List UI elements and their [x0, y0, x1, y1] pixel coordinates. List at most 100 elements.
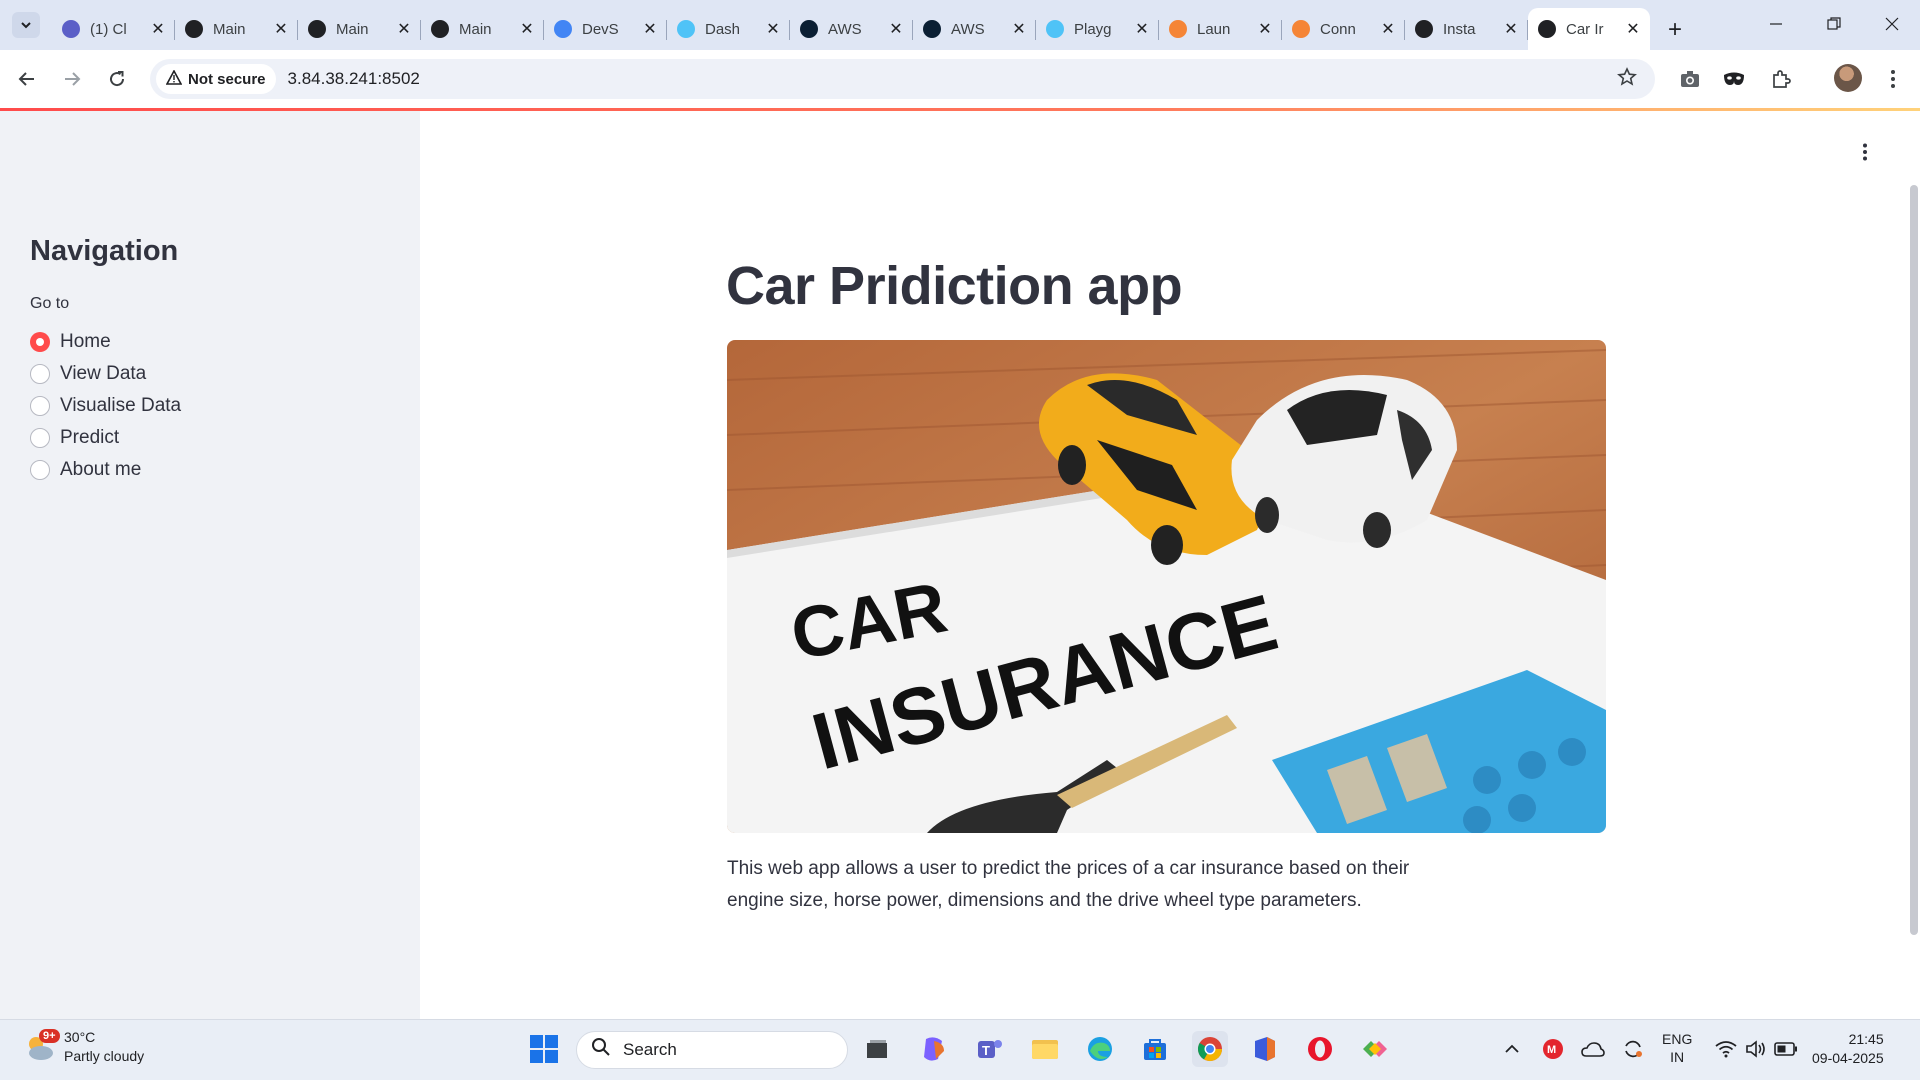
close-tab-icon[interactable]: ✕: [1010, 20, 1028, 38]
close-tab-icon[interactable]: ✕: [1133, 20, 1151, 38]
browser-tab[interactable]: DevS ✕: [544, 11, 667, 47]
weather-widget[interactable]: 9+ 30°C Partly cloudy: [24, 1028, 144, 1066]
aws-console-icon: [1169, 20, 1187, 38]
chrome-icon[interactable]: [1192, 1031, 1228, 1067]
minimize-icon: [1770, 23, 1782, 25]
close-tab-icon[interactable]: ✕: [641, 20, 659, 38]
streamlit-crown-icon: [1538, 20, 1556, 38]
mask-icon: [1724, 72, 1744, 85]
close-icon: [1885, 17, 1899, 31]
forward-button[interactable]: [55, 62, 89, 96]
close-tab-icon[interactable]: ✕: [1256, 20, 1274, 38]
reload-button[interactable]: [100, 62, 134, 96]
minimize-button[interactable]: [1748, 0, 1804, 48]
close-tab-icon[interactable]: ✕: [1379, 20, 1397, 38]
browser-tab[interactable]: AWS ✕: [790, 11, 913, 47]
pinned-app-icon[interactable]: [1357, 1031, 1393, 1067]
browser-tab[interactable]: Conn ✕: [1282, 11, 1405, 47]
close-window-button[interactable]: [1864, 0, 1920, 48]
close-tab-icon[interactable]: ✕: [149, 20, 167, 38]
restore-button[interactable]: [1806, 0, 1862, 48]
taskbar-search[interactable]: Search: [576, 1031, 848, 1069]
browser-menu-button[interactable]: [1876, 62, 1910, 96]
windows-logo-icon: [530, 1035, 558, 1063]
browser-tab[interactable]: Main ✕: [298, 11, 421, 47]
extensions-button[interactable]: [1764, 62, 1798, 96]
app-description: This web app allows a user to predict th…: [727, 858, 1410, 911]
aws-eye-icon: [800, 20, 818, 38]
close-tab-icon[interactable]: ✕: [395, 20, 413, 38]
profile-avatar[interactable]: [1834, 64, 1862, 92]
radio-label: About me: [60, 459, 142, 480]
reload-icon: [110, 71, 125, 87]
opera-icon[interactable]: [1302, 1031, 1338, 1067]
radio-option-about-me[interactable]: About me: [30, 454, 181, 486]
radio-option-visualise-data[interactable]: Visualise Data: [30, 390, 181, 422]
navigation-radio-group: Home View Data Visualise Data Predict About …: [30, 326, 181, 486]
radio-unchecked-icon[interactable]: [30, 364, 50, 384]
site-info-chip[interactable]: Not secure: [156, 64, 276, 94]
tab-title: AWS: [828, 20, 862, 38]
tab-search-button[interactable]: [12, 12, 40, 38]
edge-icon[interactable]: [1082, 1031, 1118, 1067]
radio-unchecked-icon[interactable]: [30, 428, 50, 448]
file-explorer-icon[interactable]: [1027, 1031, 1063, 1067]
chevron-up-icon[interactable]: [1494, 1031, 1530, 1067]
radio-unchecked-icon[interactable]: [30, 460, 50, 480]
radio-option-predict[interactable]: Predict: [30, 422, 181, 454]
hero-image: CAR INSURANCE: [727, 340, 1606, 833]
language-bottom: IN: [1670, 1049, 1685, 1065]
browser-tab[interactable]: AWS ✕: [913, 11, 1036, 47]
teams-icon[interactable]: T: [972, 1031, 1008, 1067]
address-bar[interactable]: Not secure 3.84.38.241:8502: [150, 59, 1655, 99]
radio-unchecked-icon[interactable]: [30, 396, 50, 416]
onedrive-icon[interactable]: [1575, 1031, 1611, 1067]
browser-tab[interactable]: Car Ir ✕: [1528, 8, 1650, 50]
task-view-icon[interactable]: [859, 1031, 895, 1067]
page-scrollbar[interactable]: [1910, 185, 1918, 935]
close-tab-icon[interactable]: ✕: [272, 20, 290, 38]
bookmark-star-icon[interactable]: [1617, 67, 1637, 93]
clock-date: 09-04-2025: [1812, 1050, 1884, 1066]
close-tab-icon[interactable]: ✕: [1624, 20, 1642, 38]
clock-time: 21:45: [1848, 1031, 1884, 1047]
page-title: Car Pridiction app: [726, 256, 1183, 316]
browser-tab[interactable]: Playg ✕: [1036, 11, 1159, 47]
cloud-icon: [1046, 20, 1064, 38]
browser-tab[interactable]: Main ✕: [421, 11, 544, 47]
new-tab-button[interactable]: +: [1660, 15, 1690, 45]
browser-tab[interactable]: Insta ✕: [1405, 11, 1528, 47]
sync-icon[interactable]: [1615, 1031, 1651, 1067]
radio-checked-icon[interactable]: [30, 332, 50, 352]
back-button[interactable]: [10, 62, 44, 96]
m365-icon[interactable]: [1247, 1031, 1283, 1067]
language-top: ENG: [1662, 1031, 1693, 1047]
browser-tab[interactable]: (1) Cl ✕: [52, 11, 175, 47]
browser-tab[interactable]: Laun ✕: [1159, 11, 1282, 47]
docs-icon: [554, 20, 572, 38]
copilot-icon[interactable]: [916, 1031, 952, 1067]
radio-option-view-data[interactable]: View Data: [30, 358, 181, 390]
close-tab-icon[interactable]: ✕: [764, 20, 782, 38]
store-icon[interactable]: [1137, 1031, 1173, 1067]
radio-label: Predict: [60, 427, 120, 448]
close-tab-icon[interactable]: ✕: [518, 20, 536, 38]
start-button[interactable]: [526, 1031, 562, 1067]
language-indicator[interactable]: ENG IN: [1662, 1030, 1692, 1066]
system-clock[interactable]: 21:45 09-04-2025: [1812, 1030, 1884, 1068]
close-tab-icon[interactable]: ✕: [1502, 20, 1520, 38]
app-menu-button[interactable]: [1862, 143, 1868, 165]
screenshot-button[interactable]: [1673, 62, 1707, 96]
extension-button[interactable]: [1717, 62, 1751, 96]
browser-tab[interactable]: Main ✕: [175, 11, 298, 47]
browser-tab[interactable]: Dash ✕: [667, 11, 790, 47]
arrow-right-icon: [65, 72, 81, 86]
tray-app-m-icon[interactable]: M: [1535, 1031, 1571, 1067]
battery-icon[interactable]: [1768, 1031, 1804, 1067]
radio-option-home[interactable]: Home: [30, 326, 181, 358]
more-vert-icon: [1863, 143, 1867, 161]
sidebar-title: Navigation: [30, 235, 179, 267]
security-label: Not secure: [188, 70, 266, 88]
url-text[interactable]: 3.84.38.241:8502: [288, 69, 420, 89]
close-tab-icon[interactable]: ✕: [887, 20, 905, 38]
